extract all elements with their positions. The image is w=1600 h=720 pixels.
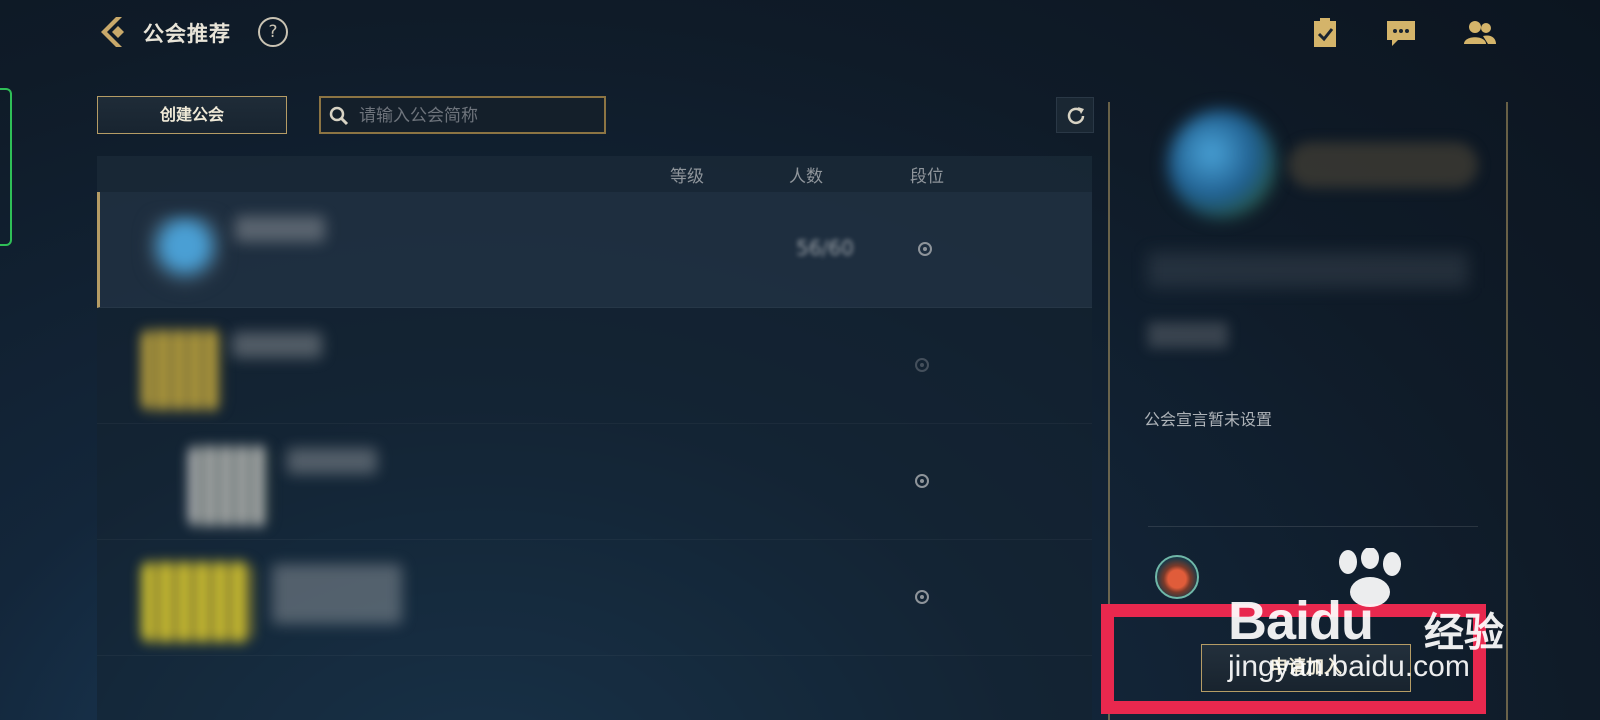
- guild-emblem: [142, 330, 222, 410]
- page-title: 公会推荐: [143, 22, 231, 46]
- top-bar: 公会推荐 ?: [0, 0, 1600, 66]
- chat-icon[interactable]: [1384, 17, 1418, 49]
- guild-list: 等级 人数 段位 56/60: [97, 156, 1092, 720]
- friends-icon[interactable]: [1463, 17, 1497, 49]
- refresh-icon: [1065, 105, 1087, 131]
- baidu-watermark: Baidu 经验 jingyan.baidu.com: [1228, 547, 1508, 688]
- rank-icon: [915, 474, 929, 488]
- help-icon[interactable]: ?: [258, 17, 288, 47]
- side-drawer-tab[interactable]: [0, 88, 12, 246]
- search-icon: [329, 106, 349, 126]
- create-guild-button[interactable]: 创建公会: [97, 96, 287, 134]
- rank-icon: [915, 358, 929, 372]
- guild-name: [287, 448, 377, 474]
- column-members: 人数: [789, 167, 823, 187]
- watermark-brand: Baidu: [1228, 591, 1374, 651]
- divider: [1148, 526, 1478, 527]
- guild-declaration: 公会宣言暂未设置: [1144, 410, 1273, 429]
- guild-tag: [1148, 322, 1228, 348]
- tasks-icon[interactable]: [1308, 17, 1342, 49]
- watermark-url: jingyan.baidu.com: [1228, 650, 1470, 683]
- guild-name: [272, 564, 402, 624]
- guild-name: [235, 216, 325, 242]
- refresh-button[interactable]: [1056, 97, 1094, 133]
- guild-row[interactable]: 56/60: [97, 192, 1092, 308]
- rank-icon: [918, 242, 932, 256]
- column-rank: 段位: [910, 167, 944, 187]
- guild-row[interactable]: [97, 308, 1092, 424]
- guild-row[interactable]: [97, 540, 1092, 656]
- guild-search-box[interactable]: [319, 96, 606, 134]
- guild-row[interactable]: [97, 424, 1092, 540]
- guild-name-plate: [1288, 142, 1478, 188]
- guild-emblem: [145, 214, 225, 294]
- leader-avatar[interactable]: [1155, 555, 1199, 599]
- column-level: 等级: [670, 167, 704, 187]
- list-header: 等级 人数 段位: [97, 156, 1092, 192]
- search-input[interactable]: [359, 102, 599, 130]
- guild-emblem-large: [1168, 110, 1276, 218]
- guild-emblem: [142, 562, 252, 642]
- rank-icon: [915, 590, 929, 604]
- guild-emblem: [189, 446, 269, 526]
- member-count: 56/60: [796, 236, 854, 260]
- guild-info: [1148, 252, 1468, 288]
- back-icon[interactable]: [96, 14, 132, 50]
- guild-name: [232, 332, 322, 358]
